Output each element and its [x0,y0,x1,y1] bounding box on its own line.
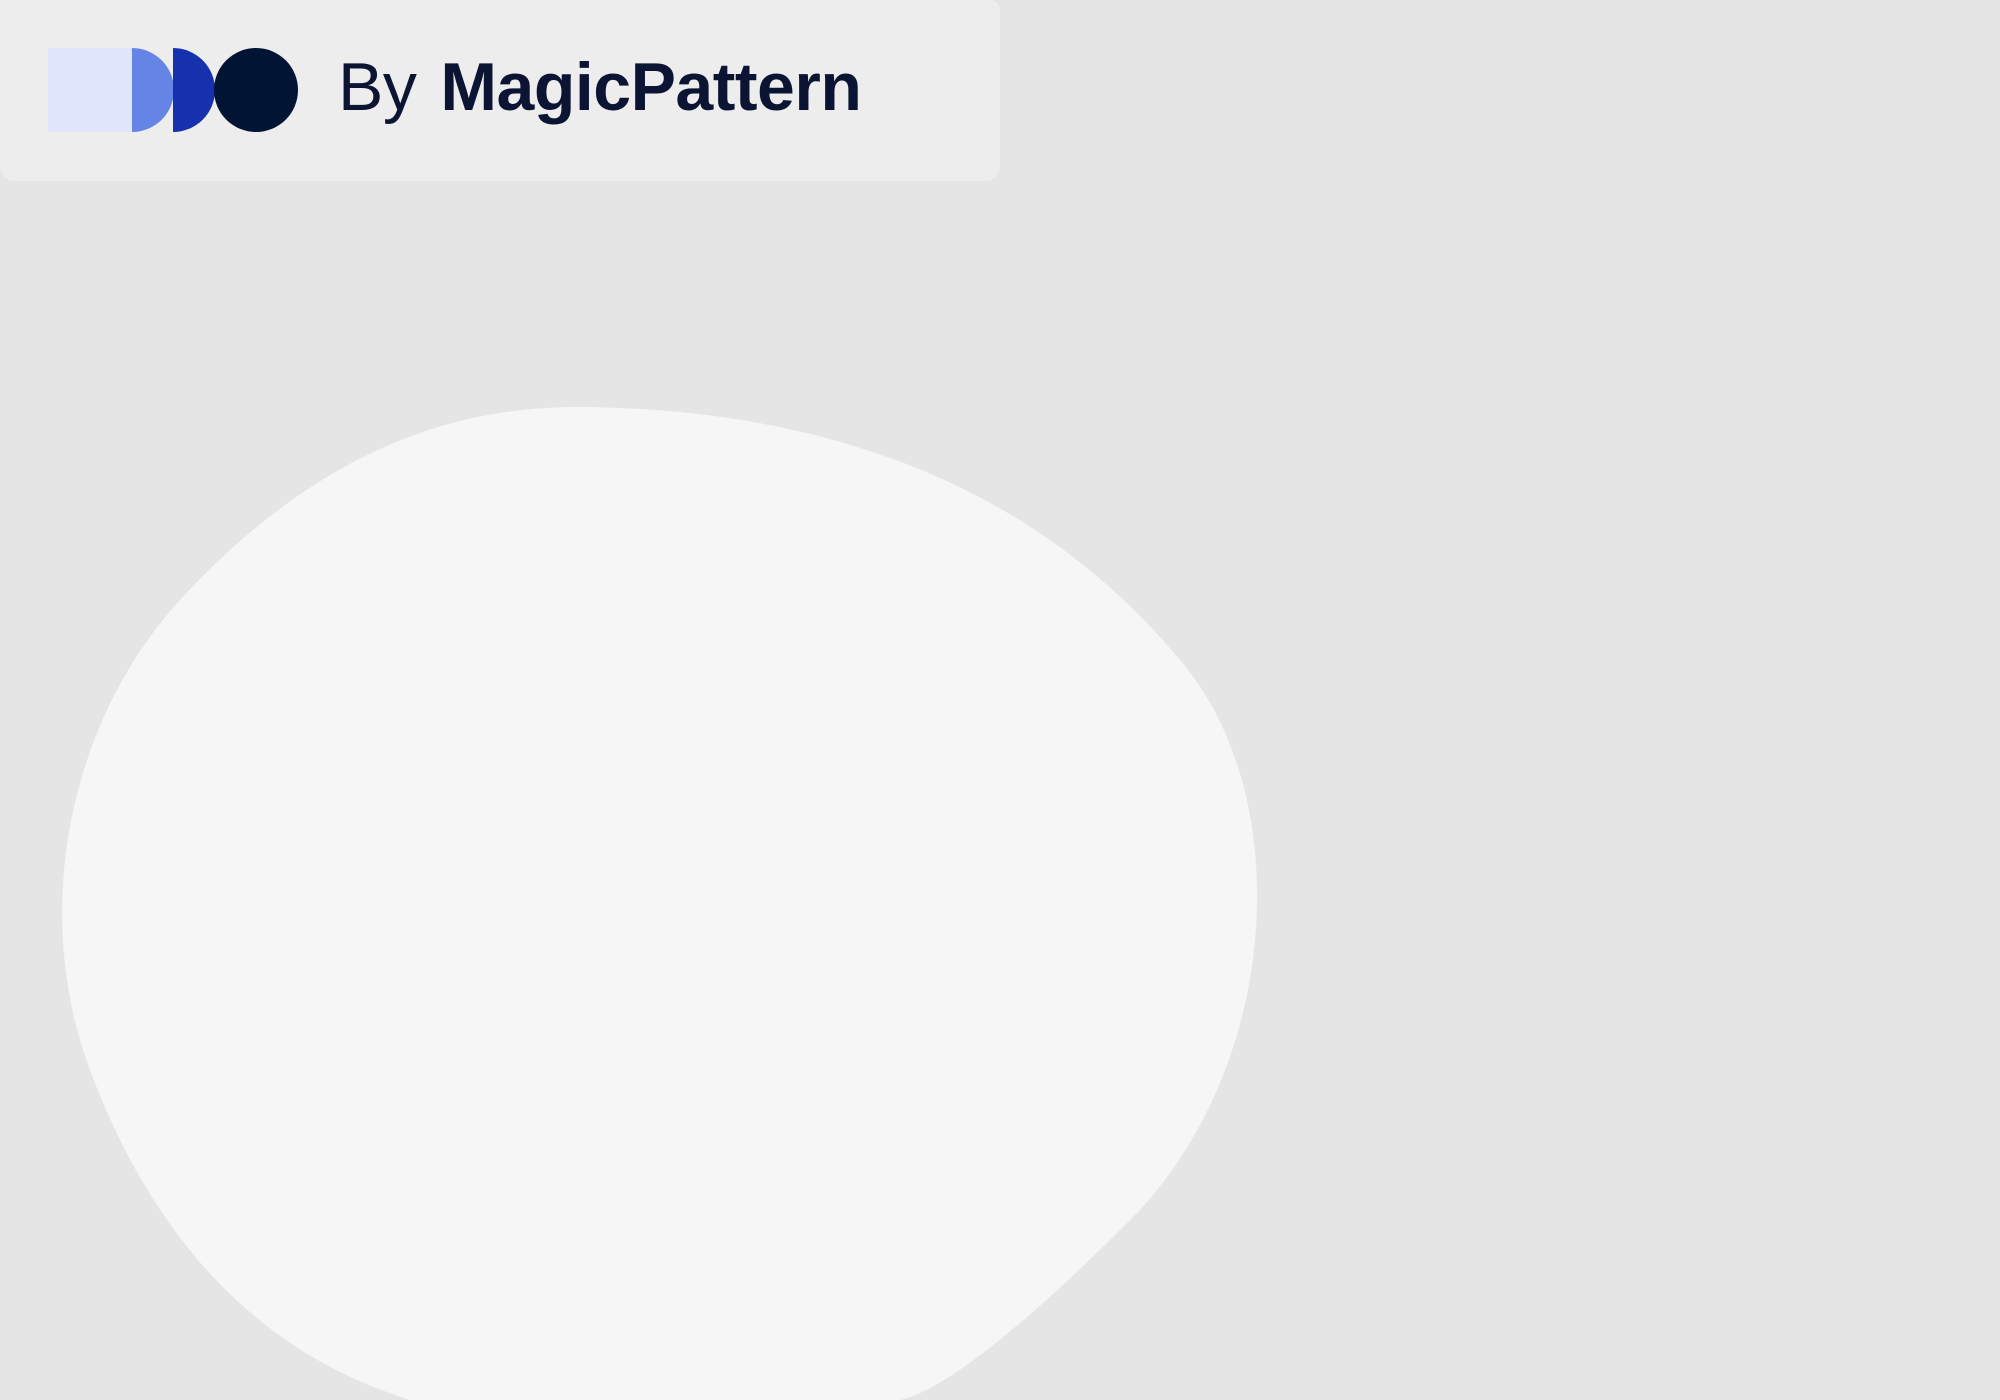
logo-square [48,48,132,132]
logo-half-circle-royal [173,48,215,132]
logo-half-circle-mid [132,48,174,132]
logo-circle-navy [214,48,298,132]
blob-path [62,406,1258,1400]
magicpattern-logo-icon [48,48,298,132]
brand-by-label: By [338,49,417,125]
brand-name: MagicPattern [440,49,862,125]
brand-header: By MagicPattern [0,0,1000,181]
decorative-blob-shape [62,406,1258,1400]
brand-text: By MagicPattern [338,42,862,132]
